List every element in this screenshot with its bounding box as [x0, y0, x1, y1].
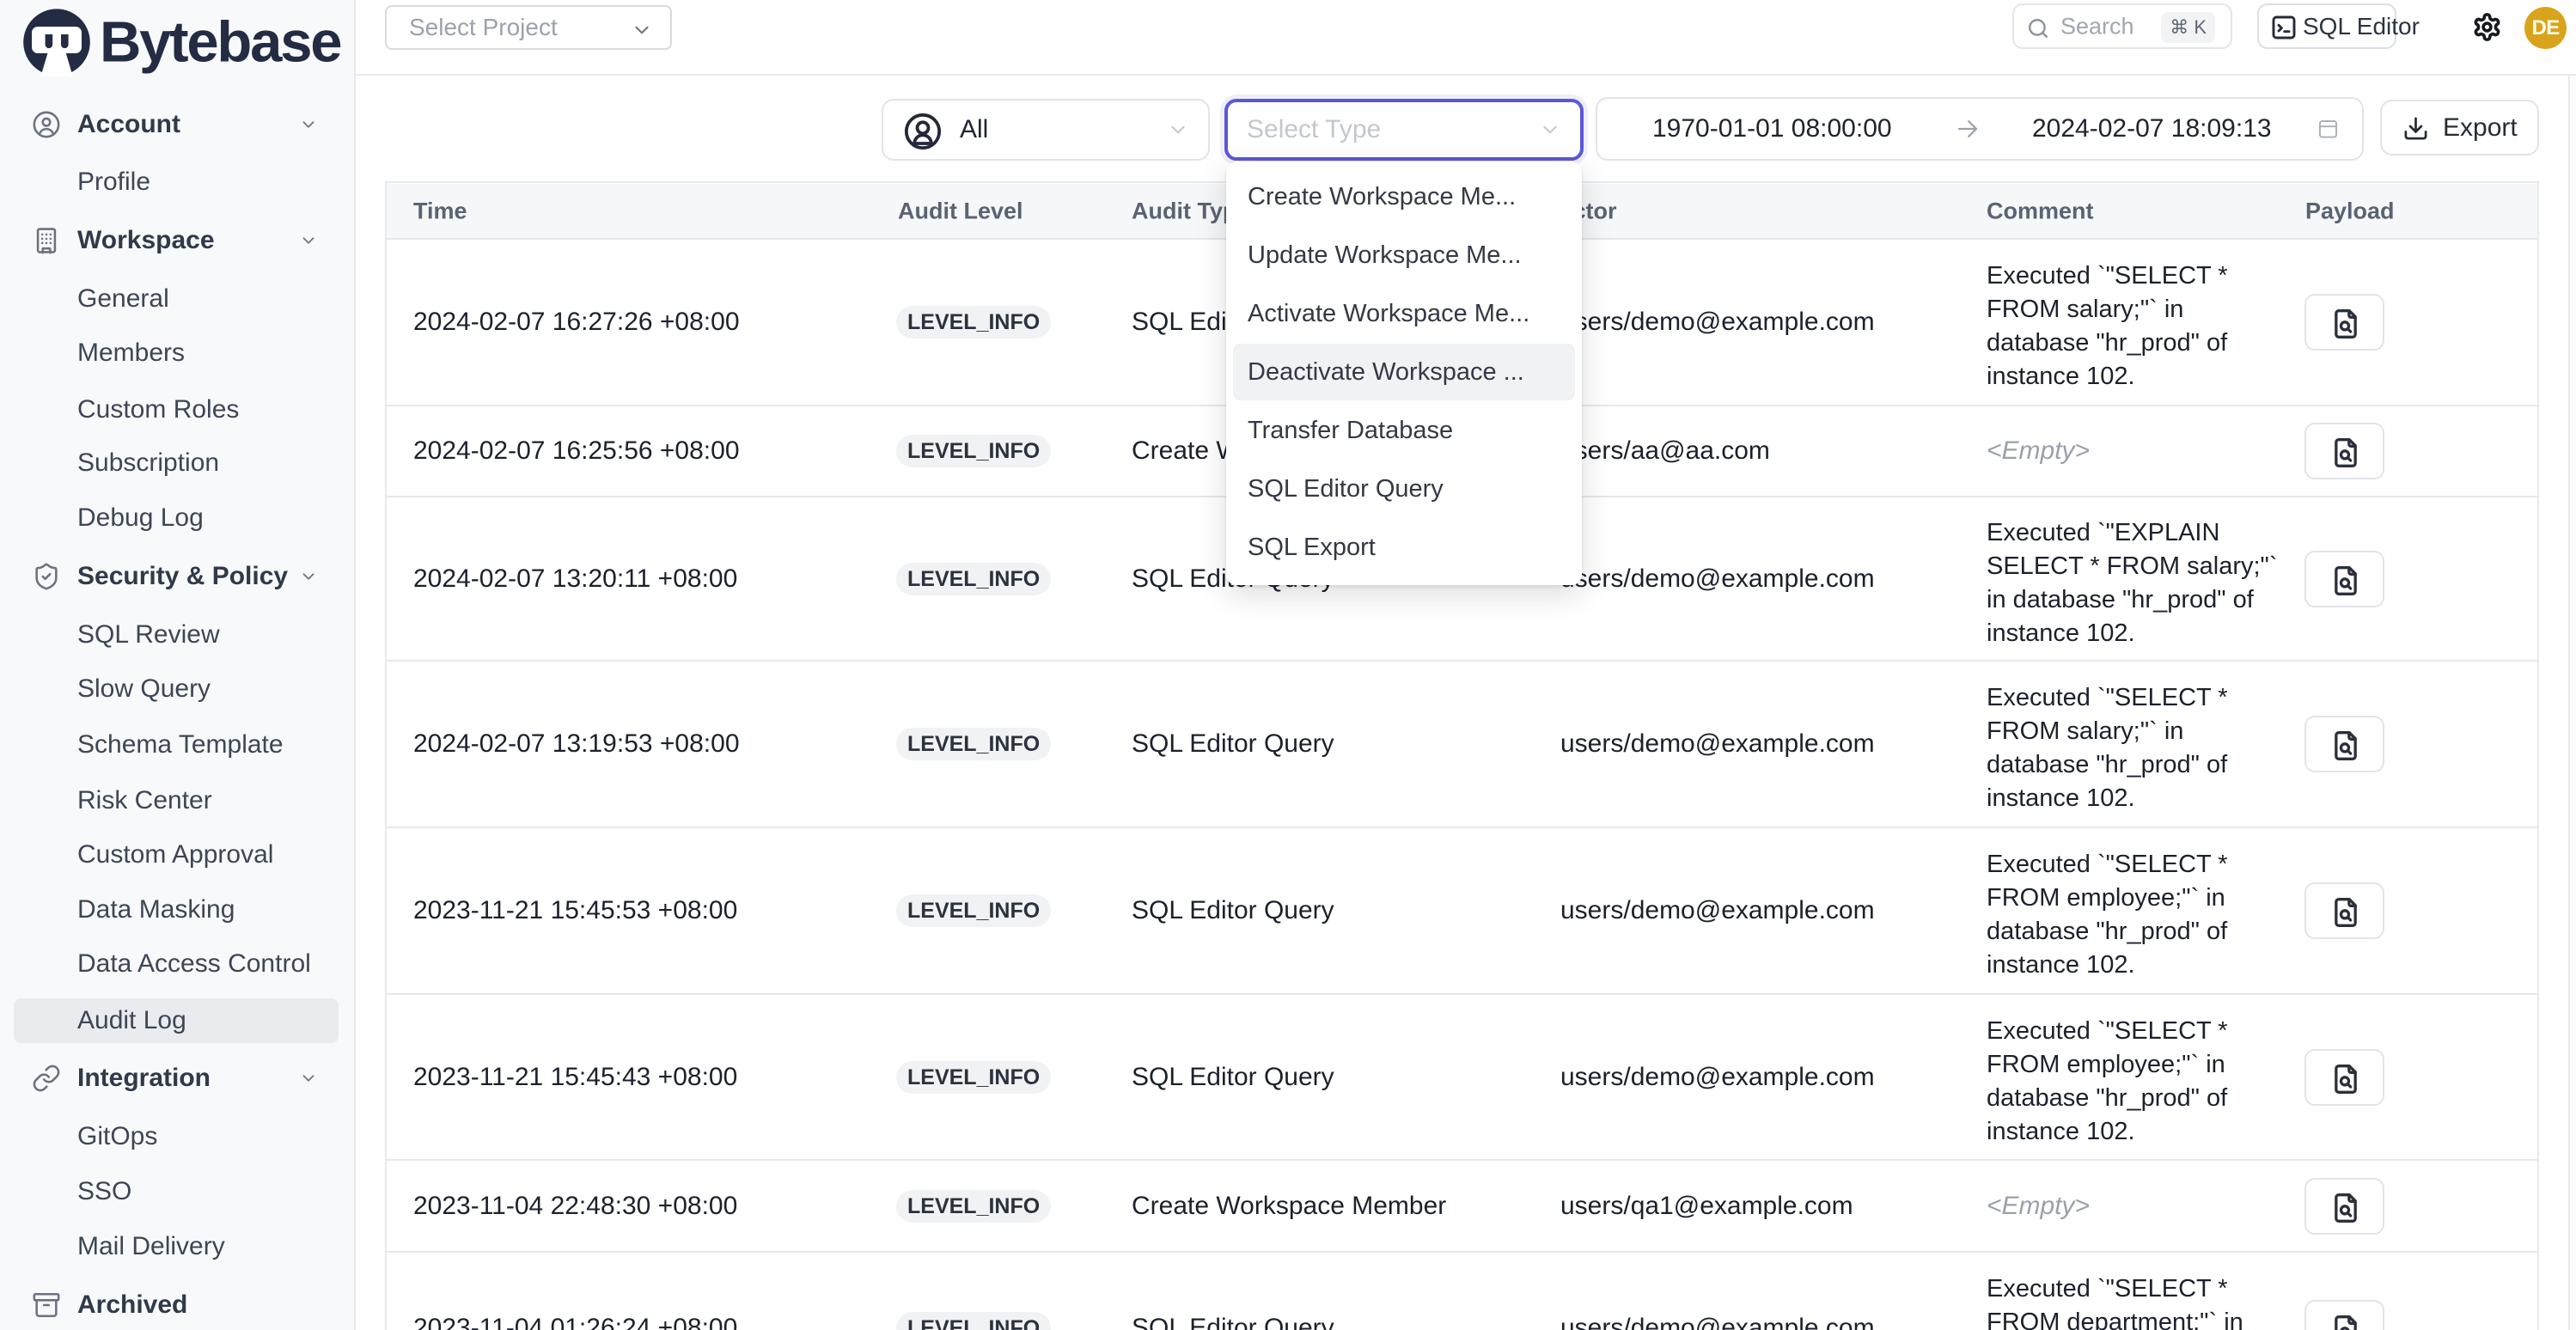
svg-text:Bytebase: Bytebase	[100, 10, 340, 75]
